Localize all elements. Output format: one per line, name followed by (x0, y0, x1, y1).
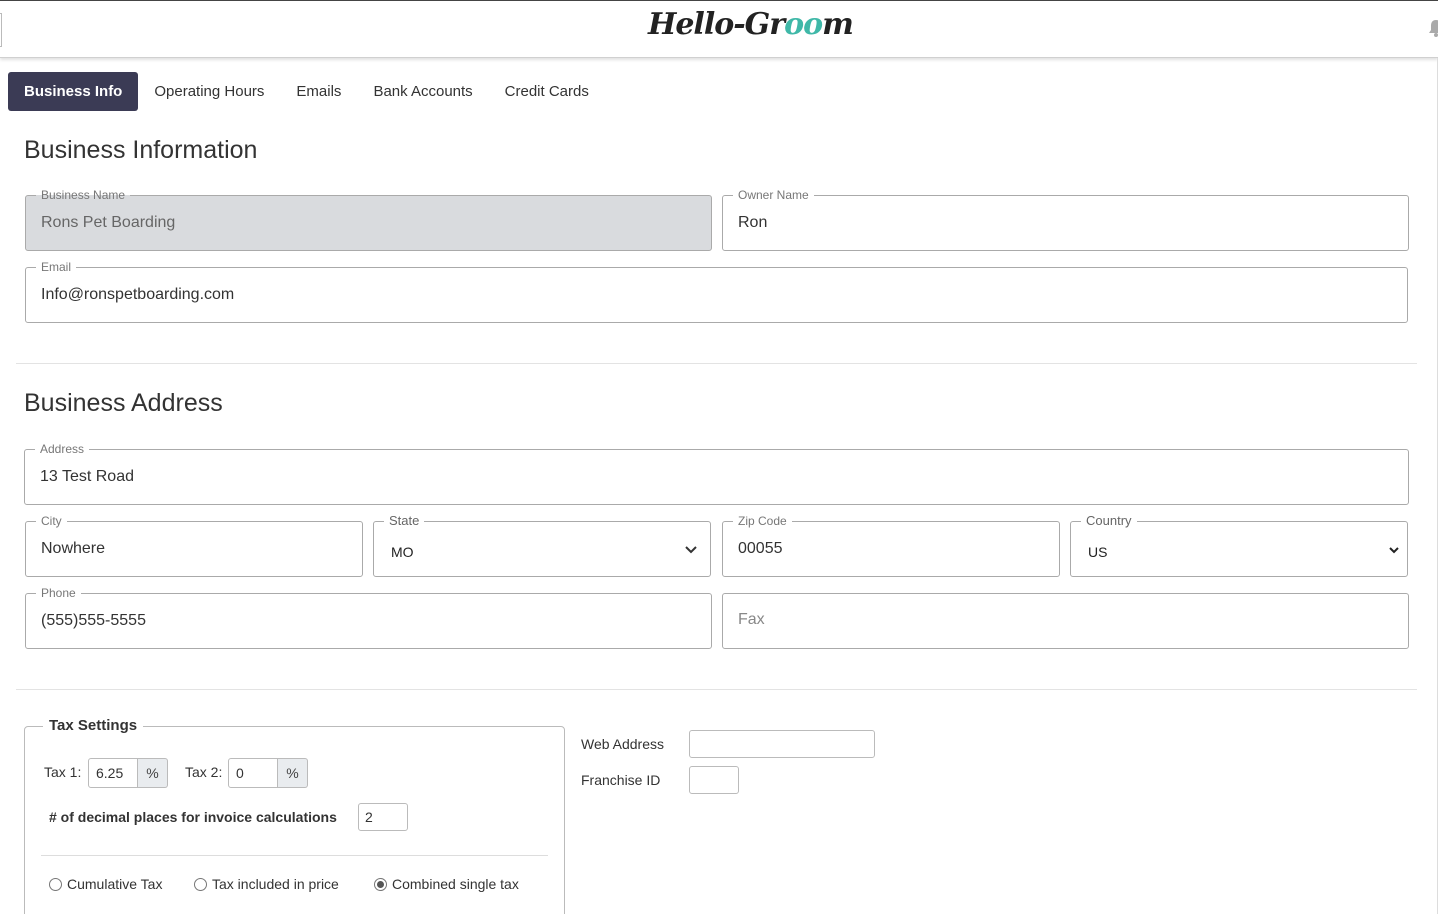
tab-emails[interactable]: Emails (280, 72, 357, 111)
zip-code-field[interactable]: Zip Code 00055 (722, 514, 1060, 577)
notification-bell-icon[interactable] (1428, 19, 1438, 37)
tab-operating-hours[interactable]: Operating Hours (138, 72, 280, 111)
chevron-down-icon (685, 546, 697, 554)
tab-credit-cards[interactable]: Credit Cards (489, 72, 605, 111)
country-label: Country (1081, 514, 1137, 528)
owner-name-field[interactable]: Owner Name Ron (722, 188, 1409, 251)
decimal-places-input[interactable]: 2 (358, 803, 408, 831)
section-divider (16, 363, 1417, 364)
tab-business-info[interactable]: Business Info (8, 72, 139, 111)
fax-field[interactable]: Fax (722, 593, 1409, 649)
sidebar-toggle-edge[interactable] (0, 13, 2, 47)
state-value: MO (391, 544, 414, 560)
phone-field[interactable]: Phone (555)555-5555 (25, 586, 712, 649)
chevron-down-icon (1389, 547, 1399, 554)
tax2-input[interactable]: 0 (228, 758, 278, 788)
radio-button-icon (49, 877, 62, 891)
city-value: Nowhere (41, 540, 106, 557)
business-name-value: Rons Pet Boarding (41, 214, 176, 231)
tax2-percent-addon: % (278, 758, 308, 788)
radio-button-icon (194, 877, 207, 891)
fax-placeholder: Fax (738, 611, 765, 628)
web-address-input[interactable] (689, 730, 875, 758)
email-field[interactable]: Email Info@ronspetboarding.com (25, 260, 1408, 323)
zip-code-value: 00055 (738, 540, 783, 557)
phone-value: (555)555-5555 (41, 612, 146, 629)
tax-settings-legend: Tax Settings (43, 717, 144, 734)
radio-button-checked-icon (374, 877, 387, 891)
tax1-percent-addon: % (138, 758, 168, 788)
business-information-heading: Business Information (24, 136, 258, 164)
business-address-heading: Business Address (24, 389, 223, 417)
web-address-label: Web Address (581, 736, 665, 752)
email-value: Info@ronspetboarding.com (41, 286, 235, 303)
tax2-label: Tax 2: (185, 764, 223, 780)
franchise-id-input[interactable] (689, 766, 739, 794)
radio-label: Combined single tax (392, 876, 519, 892)
tax1-label: Tax 1: (44, 764, 82, 780)
franchise-id-label: Franchise ID (581, 772, 661, 788)
phone-label: Phone (36, 586, 81, 600)
top-bar: Hello-Groom (0, 0, 1438, 58)
tab-bank-accounts[interactable]: Bank Accounts (357, 72, 488, 111)
tax-settings-panel: Tax Settings Tax 1: 6.25 % Tax 2: 0 % # … (24, 717, 565, 914)
settings-tabs: Business Info Operating Hours Emails Ban… (8, 72, 605, 111)
state-label: State (384, 514, 425, 528)
city-field[interactable]: City Nowhere (25, 514, 363, 577)
radio-label: Cumulative Tax (67, 876, 163, 892)
state-select[interactable]: State MO (373, 514, 711, 577)
radio-tax-included[interactable]: Tax included in price (194, 876, 339, 892)
email-label: Email (36, 260, 77, 274)
radio-cumulative-tax[interactable]: Cumulative Tax (49, 876, 162, 892)
decimal-places-label: # of decimal places for invoice calculat… (49, 809, 337, 825)
radio-combined-single-tax[interactable]: Combined single tax (374, 876, 519, 892)
address-label: Address (35, 442, 90, 456)
radio-label: Tax included in price (212, 876, 339, 892)
country-value: US (1088, 544, 1108, 560)
address-field[interactable]: Address 13 Test Road (24, 442, 1409, 505)
zip-code-label: Zip Code (733, 514, 792, 528)
owner-name-label: Owner Name (733, 188, 814, 202)
city-label: City (36, 514, 67, 528)
tax-divider (41, 855, 548, 856)
business-name-label: Business Name (36, 188, 131, 202)
brand-logo: Hello-Groom (648, 7, 854, 42)
section-divider (16, 689, 1417, 690)
country-select[interactable]: Country US (1070, 514, 1408, 577)
owner-name-value: Ron (738, 214, 768, 231)
address-value: 13 Test Road (40, 468, 134, 485)
tax1-input[interactable]: 6.25 (88, 758, 138, 788)
business-name-field[interactable]: Business Name Rons Pet Boarding (25, 188, 712, 251)
